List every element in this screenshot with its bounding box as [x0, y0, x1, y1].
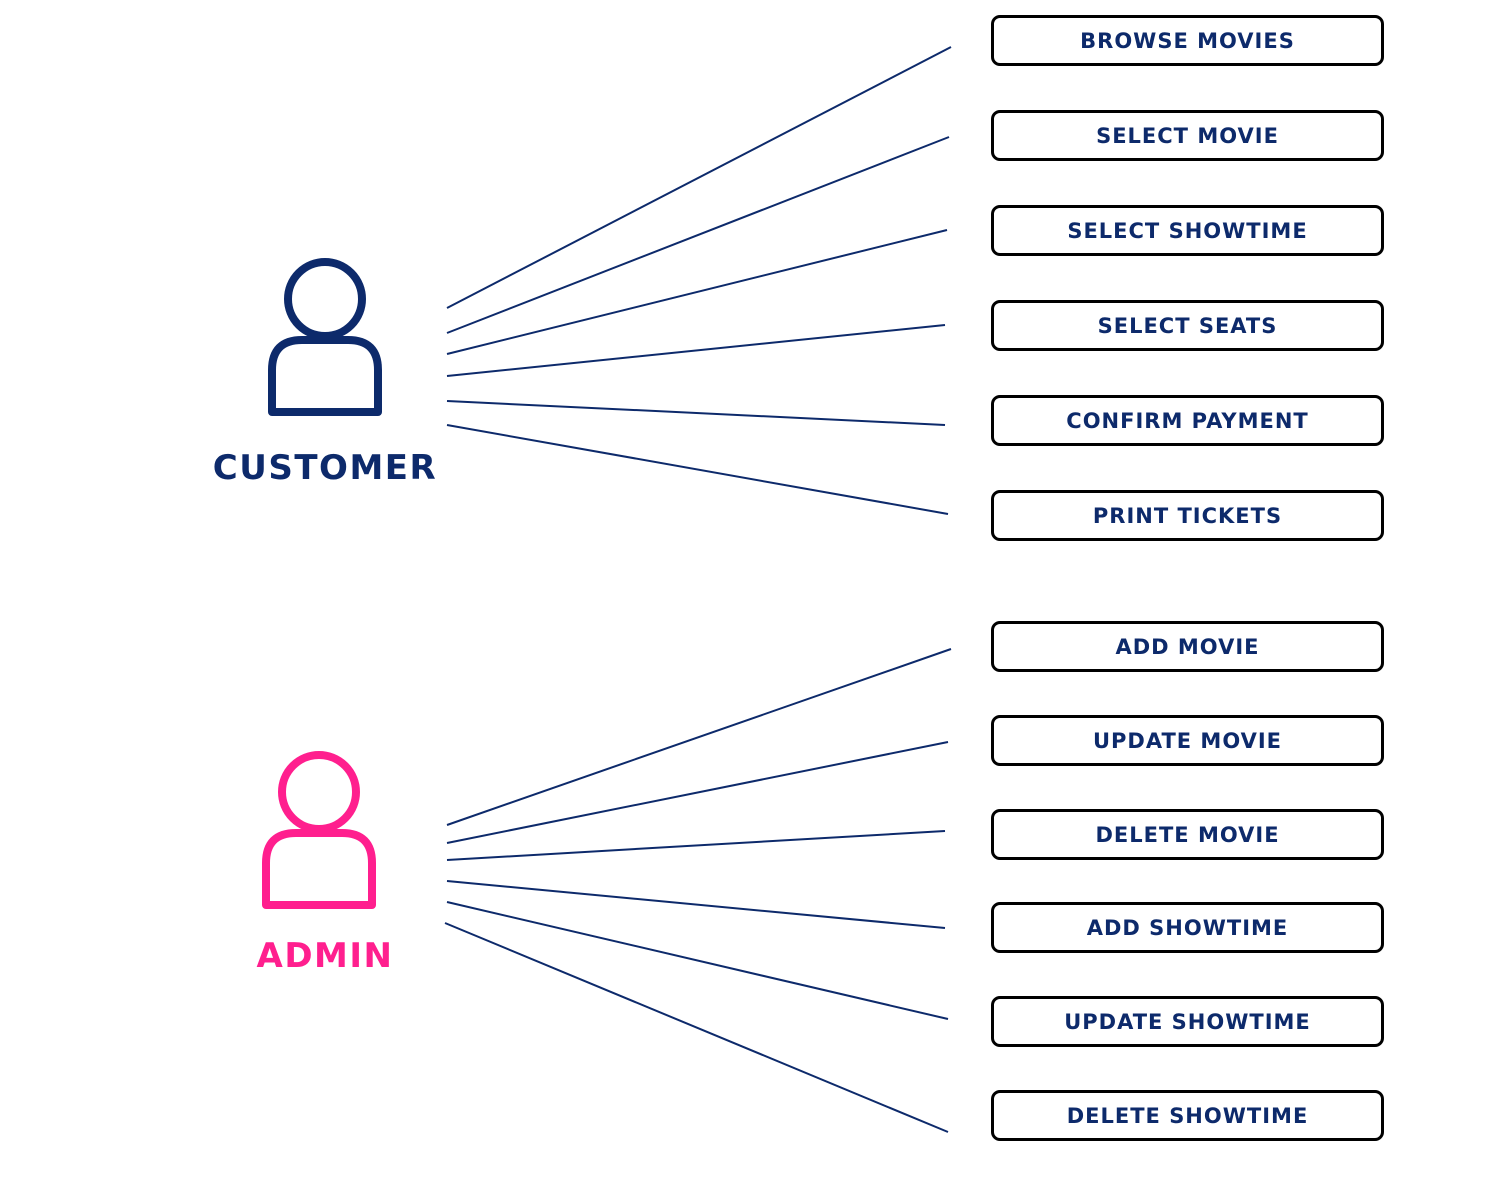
use-case-browse-movies[interactable]: BROWSE MOVIES: [991, 15, 1384, 66]
admin-to-add-movie-connector: [446, 648, 952, 826]
admin-to-delete-movie-connector: [446, 830, 946, 861]
use-case-update-showtime[interactable]: UPDATE SHOWTIME: [991, 996, 1384, 1047]
user-icon-head: [278, 751, 360, 833]
use-case-delete-showtime[interactable]: DELETE SHOWTIME: [991, 1090, 1384, 1141]
user-icon-body: [262, 829, 376, 909]
use-case-confirm-payment[interactable]: CONFIRM PAYMENT: [991, 395, 1384, 446]
admin-actor-icon: [262, 751, 376, 909]
use-case-update-movie[interactable]: UPDATE MOVIE: [991, 715, 1384, 766]
admin-to-update-showtime-connector: [446, 901, 949, 1020]
use-case-delete-movie[interactable]: DELETE MOVIE: [991, 809, 1384, 860]
customer-to-select-seats-connector: [446, 324, 946, 377]
use-case-add-showtime[interactable]: ADD SHOWTIME: [991, 902, 1384, 953]
customer-to-select-showtime-connector: [446, 229, 948, 355]
use-case-select-movie[interactable]: SELECT MOVIE: [991, 110, 1384, 161]
customer-label: CUSTOMER: [212, 448, 438, 488]
user-icon-body: [268, 336, 382, 416]
customer-actor-icon: [268, 258, 382, 416]
admin-to-add-showtime-connector: [446, 880, 946, 929]
admin-to-update-movie-connector: [446, 741, 949, 844]
use-case-select-showtime[interactable]: SELECT SHOWTIME: [991, 205, 1384, 256]
customer-to-print-tickets-connector: [446, 424, 949, 515]
user-icon-head: [284, 258, 366, 340]
customer-to-browse-movies-connector: [446, 46, 952, 309]
customer-to-confirm-payment-connector: [446, 400, 946, 426]
use-case-print-tickets[interactable]: PRINT TICKETS: [991, 490, 1384, 541]
customer-to-select-movie-connector: [446, 136, 950, 334]
admin-label: ADMIN: [256, 936, 394, 976]
admin-to-delete-showtime-connector: [444, 922, 949, 1133]
use-case-select-seats[interactable]: SELECT SEATS: [991, 300, 1384, 351]
connectors: [444, 46, 952, 1133]
use-case-add-movie[interactable]: ADD MOVIE: [991, 621, 1384, 672]
